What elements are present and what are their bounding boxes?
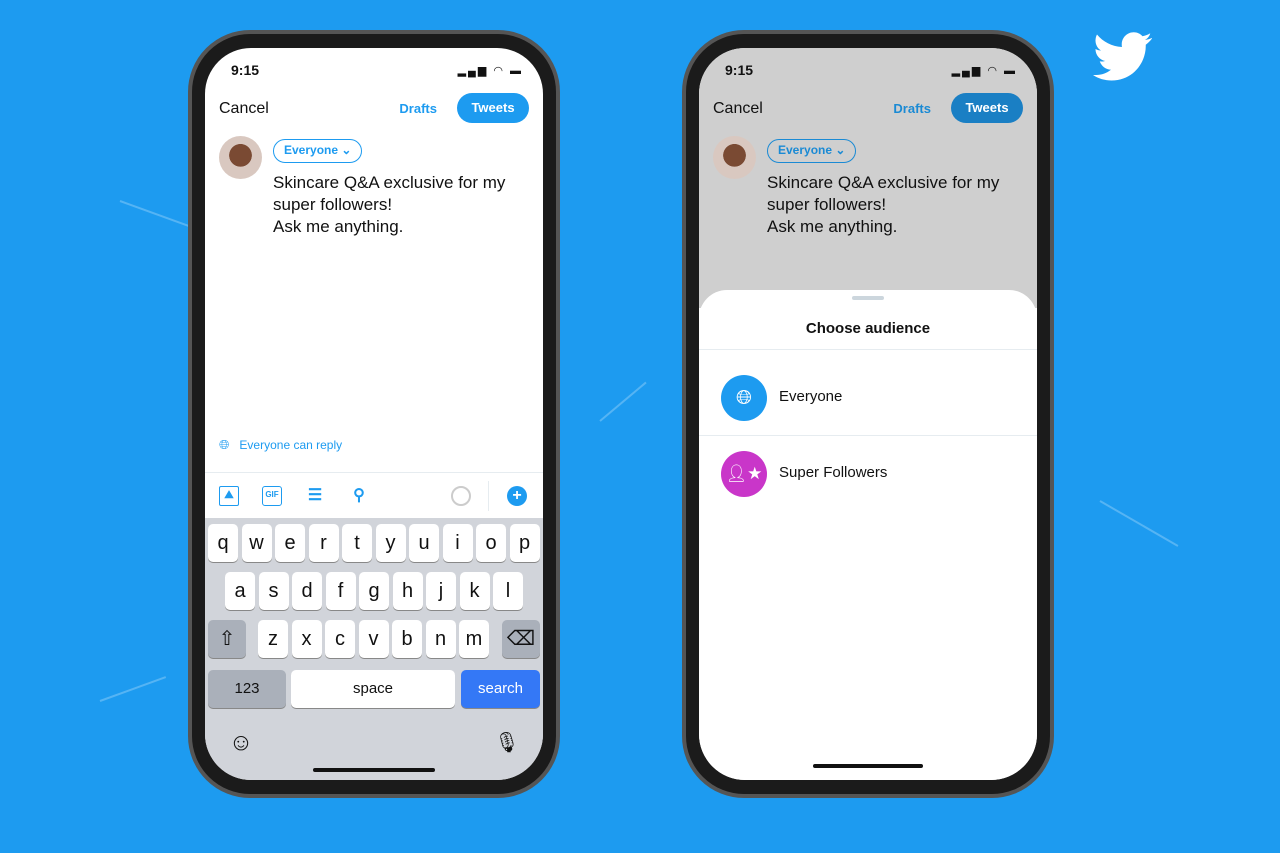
location-icon[interactable]: ⚲ (349, 486, 369, 506)
audience-label: Everyone (284, 143, 339, 157)
twitter-bird-icon (1093, 32, 1152, 81)
status-icons: ▂▄▆ ◠ ▬ (457, 65, 523, 77)
key-c[interactable]: c (325, 620, 355, 658)
add-tweet-icon[interactable]: + (507, 486, 527, 506)
key-f[interactable]: f (325, 572, 356, 610)
shift-key[interactable]: ⇧ (208, 620, 246, 658)
cancel-button[interactable]: Cancel (713, 100, 763, 118)
numbers-key[interactable]: 123 (208, 670, 286, 708)
space-key[interactable]: space (291, 670, 455, 708)
emoji-icon[interactable]: ☺ (227, 724, 255, 762)
key-q[interactable]: q (208, 524, 238, 562)
key-a[interactable]: a (225, 572, 255, 610)
key-b[interactable]: b (392, 620, 422, 658)
cancel-button[interactable]: Cancel (219, 100, 269, 118)
gif-icon[interactable]: GIF (262, 486, 282, 506)
avatar (219, 136, 262, 179)
tweet-text[interactable]: Skincare Q&A exclusive for my super foll… (273, 172, 533, 238)
status-icons: ▂▄▆ ◠ ▬ (951, 65, 1017, 77)
poll-icon[interactable]: ☰ (305, 486, 325, 506)
tweet-line: super followers! (767, 195, 887, 214)
audience-button[interactable]: Everyone ⌄ (273, 139, 363, 163)
home-indicator (313, 768, 435, 772)
audience-label: Everyone (778, 143, 833, 157)
audience-button[interactable]: Everyone ⌄ (767, 139, 857, 163)
key-d[interactable]: d (292, 572, 322, 610)
key-t[interactable]: t (342, 524, 372, 562)
key-p[interactable]: p (509, 524, 540, 562)
audience-screen: 9:15 ▂▄▆ ◠ ▬ Cancel Drafts Tweets Everyo… (699, 48, 1037, 780)
key-y[interactable]: y (375, 524, 406, 562)
drafts-button[interactable]: Drafts (399, 101, 437, 116)
divider (699, 349, 1037, 350)
key-z[interactable]: z (258, 620, 288, 658)
delete-key[interactable]: ⌫ (502, 620, 540, 658)
tweet-text: Skincare Q&A exclusive for my super foll… (767, 172, 1027, 238)
key-j[interactable]: j (426, 572, 456, 610)
globe-icon: 🌐︎ (219, 437, 230, 452)
key-s[interactable]: s (258, 572, 289, 610)
background-scratch (599, 381, 647, 422)
option-label: Everyone (779, 388, 843, 405)
phone-compose: 9:15 ▂▄▆ ◠ ▬ Cancel Drafts Tweets Everyo… (188, 30, 560, 798)
divider (488, 481, 489, 511)
status-time: 9:15 (725, 62, 754, 78)
key-r[interactable]: r (308, 524, 339, 562)
key-i[interactable]: i (442, 524, 473, 562)
key-m[interactable]: m (459, 620, 489, 658)
audience-sheet: Choose audience 🌐︎ Everyone 👤︎★ Super Fo… (699, 290, 1037, 780)
search-key[interactable]: search (461, 670, 540, 708)
status-time: 9:15 (231, 62, 260, 78)
key-e[interactable]: e (275, 524, 305, 562)
tweet-line: Skincare Q&A exclusive for my (273, 173, 506, 192)
option-label: Super Followers (779, 464, 888, 481)
tweet-line: Skincare Q&A exclusive for my (767, 173, 1000, 192)
key-n[interactable]: n (425, 620, 456, 658)
microphone-icon[interactable]: 🎙︎ (493, 724, 521, 762)
avatar (713, 136, 756, 179)
super-follower-icon: 👤︎★ (721, 451, 767, 497)
reply-setting[interactable]: 🌐︎ Everyone can reply (219, 437, 342, 453)
tweet-line: Ask me anything. (767, 217, 898, 236)
chevron-down-icon: ⌄ (832, 143, 846, 157)
tweet-line: Ask me anything. (273, 217, 404, 236)
background-scratch (119, 200, 196, 230)
phone-audience: 9:15 ▂▄▆ ◠ ▬ Cancel Drafts Tweets Everyo… (682, 30, 1054, 798)
key-x[interactable]: x (291, 620, 322, 658)
key-v[interactable]: v (358, 620, 389, 658)
compose-screen: 9:15 ▂▄▆ ◠ ▬ Cancel Drafts Tweets Everyo… (205, 48, 543, 780)
tweet-button[interactable]: Tweets (457, 93, 529, 123)
compose-toolbar: ⛰ GIF ☰ ⚲ + (205, 472, 543, 518)
background-scratch (99, 676, 167, 702)
drafts-button[interactable]: Drafts (893, 101, 931, 116)
chevron-down-icon: ⌄ (338, 143, 352, 157)
key-l[interactable]: l (493, 572, 523, 610)
tweet-line: super followers! (273, 195, 393, 214)
key-h[interactable]: h (392, 572, 423, 610)
gif-label: GIF (265, 490, 279, 499)
key-o[interactable]: o (476, 524, 506, 562)
character-counter-icon (451, 486, 471, 506)
background-scratch (1099, 500, 1179, 547)
tweet-button[interactable]: Tweets (951, 93, 1023, 123)
key-u[interactable]: u (409, 524, 439, 562)
image-icon[interactable]: ⛰ (219, 486, 239, 506)
keyboard: q w e r t y u i o p a s d f g h j k l ⇧ z x c v b n m ⌫ 123 space sear… (205, 518, 543, 780)
sheet-title: Choose audience (805, 320, 931, 337)
sheet-handle[interactable] (852, 296, 884, 300)
audience-option-everyone[interactable]: 🌐︎ Everyone (699, 360, 1037, 436)
key-w[interactable]: w (241, 524, 272, 562)
home-indicator (813, 764, 923, 768)
key-g[interactable]: g (359, 572, 389, 610)
audience-option-super-followers[interactable]: 👤︎★ Super Followers (699, 436, 1037, 512)
reply-setting-label: Everyone can reply (239, 438, 343, 452)
globe-icon: 🌐︎ (721, 375, 767, 421)
key-k[interactable]: k (459, 572, 490, 610)
